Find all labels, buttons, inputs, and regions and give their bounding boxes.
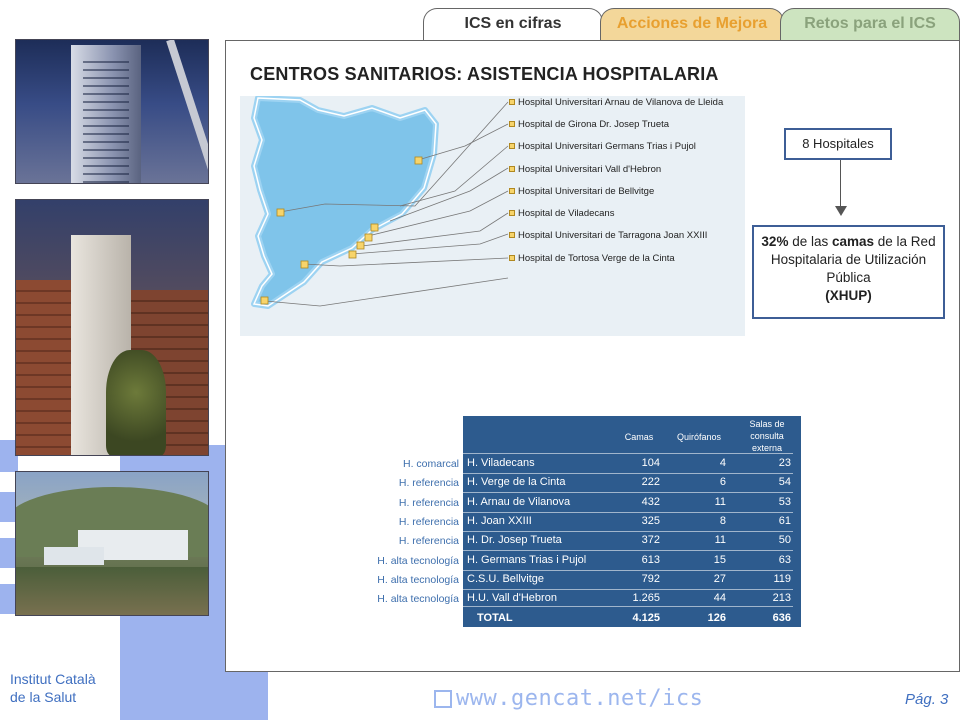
- map-marker: [509, 210, 515, 216]
- page-title: CENTROS SANITARIOS: ASISTENCIA HOSPITALA…: [250, 64, 719, 84]
- org-name: Institut Català de la Salut: [10, 670, 96, 706]
- row-hospital-name: H. Arnau de Vilanova: [467, 496, 571, 508]
- map-marker: [509, 166, 515, 172]
- bed-share-callout: 32% de las camas de la Red Hospitalaria …: [752, 225, 945, 319]
- total-salas: 636: [772, 612, 791, 624]
- table-header: Quirófanos: [676, 432, 722, 442]
- map-marker: [509, 255, 515, 261]
- map-marker: [509, 99, 515, 105]
- row-category: H. referencia: [398, 477, 459, 489]
- table-divider: [463, 550, 793, 551]
- row-salas: 53: [778, 496, 791, 508]
- row-category: H. alta tecnología: [377, 555, 459, 567]
- share-text: de las: [788, 234, 832, 249]
- row-salas: 50: [778, 534, 791, 546]
- row-salas: 23: [778, 457, 791, 469]
- tab-retos-para-el-ics[interactable]: Retos para el ICS: [780, 8, 960, 40]
- row-hospital-name: H. Verge de la Cinta: [467, 476, 566, 488]
- map-hospital-label: Hospital Universitari Arnau de Vilanova …: [518, 97, 724, 108]
- total-camas: 4.125: [632, 612, 660, 624]
- table-divider: [463, 492, 793, 493]
- row-camas: 222: [641, 476, 660, 488]
- row-category: H. alta tecnología: [377, 593, 459, 605]
- map-hospital-label: Hospital Universitari Germans Trias i Pu…: [518, 141, 696, 152]
- row-salas: 63: [778, 554, 791, 566]
- row-camas: 372: [641, 534, 660, 546]
- callout-arrow: [840, 160, 841, 208]
- row-category: H. referencia: [398, 497, 459, 509]
- row-category: H. referencia: [398, 535, 459, 547]
- hospital-tower-photo: [15, 39, 209, 184]
- row-hospital-name: H. Joan XXIII: [467, 515, 532, 527]
- row-hospital-name: H. Dr. Josep Trueta: [467, 534, 562, 546]
- table-divider: [463, 606, 793, 607]
- row-quirofanos: 44: [713, 592, 726, 604]
- row-category: H. alta tecnología: [377, 574, 459, 586]
- arrow-head-icon: [835, 206, 847, 216]
- map-marker: [509, 232, 515, 238]
- table-divider: [463, 570, 793, 571]
- share-abbr: (XHUP): [825, 288, 872, 303]
- decor-block: [225, 672, 268, 720]
- map-hospital-label: Hospital de Girona Dr. Josep Trueta: [518, 119, 670, 130]
- hospital-landscape-photo: [15, 471, 209, 616]
- hospital-count-callout: 8 Hospitales: [784, 128, 892, 160]
- website-link[interactable]: www.gencat.net/ics: [456, 686, 703, 711]
- row-salas: 61: [778, 515, 791, 527]
- map-hospital-label: Hospital Universitari de Bellvitge: [518, 186, 655, 197]
- row-hospital-name: H. Viladecans: [467, 457, 535, 469]
- row-quirofanos: 4: [719, 457, 726, 469]
- row-salas: 54: [778, 476, 791, 488]
- row-hospital-name: H.U. Vall d'Hebron: [467, 592, 557, 604]
- row-quirofanos: 11: [714, 534, 726, 546]
- map-hospital-label: Hospital de Viladecans: [518, 208, 615, 219]
- hospital-building-photo: [15, 199, 209, 456]
- row-camas: 1.265: [632, 592, 660, 604]
- share-bold: camas: [831, 234, 875, 249]
- row-camas: 792: [641, 573, 660, 585]
- table-divider: [463, 531, 793, 532]
- row-category: H. comarcal: [402, 458, 459, 470]
- row-hospital-name: H. Germans Trias i Pujol: [467, 554, 587, 566]
- share-percent: 32%: [761, 234, 789, 249]
- page-number: Pág. 3: [905, 691, 949, 708]
- table-divider: [463, 589, 793, 590]
- total-label: TOTAL: [477, 612, 513, 624]
- slide-page: ICS en cifras Acciones de Mejora Retos p…: [0, 0, 960, 720]
- map-graphic: [251, 96, 509, 309]
- map-marker: [509, 121, 515, 127]
- row-camas: 325: [641, 515, 660, 527]
- table-divider: [463, 512, 793, 513]
- map-hospital-label: Hospital de Tortosa Verge de la Cinta: [518, 253, 675, 264]
- row-category: H. referencia: [398, 516, 459, 528]
- row-salas: 213: [772, 592, 791, 604]
- org-line: Institut Català: [10, 671, 96, 687]
- row-quirofanos: 11: [714, 496, 726, 508]
- row-quirofanos: 27: [713, 573, 726, 585]
- table-header: Camas: [624, 432, 654, 442]
- table-divider: [463, 453, 793, 454]
- org-line: de la Salut: [10, 689, 77, 705]
- table-divider: [463, 473, 793, 474]
- tab-acciones-de-mejora[interactable]: Acciones de Mejora: [600, 8, 784, 40]
- row-hospital-name: C.S.U. Bellvitge: [467, 573, 545, 585]
- catalonia-map: [240, 96, 745, 336]
- row-camas: 432: [641, 496, 660, 508]
- row-salas: 119: [773, 573, 791, 585]
- row-quirofanos: 15: [713, 554, 726, 566]
- row-quirofanos: 6: [719, 476, 726, 488]
- map-marker: [509, 143, 515, 149]
- total-quirofanos: 126: [707, 612, 726, 624]
- tab-ics-en-cifras[interactable]: ICS en cifras: [423, 8, 603, 40]
- row-camas: 613: [641, 554, 660, 566]
- grid-icon: [434, 690, 452, 708]
- row-quirofanos: 8: [719, 515, 726, 527]
- map-hospital-label: Hospital Universitari de Tarragona Joan …: [518, 230, 708, 241]
- map-marker: [509, 188, 515, 194]
- table-header: Salas de consulta externa: [749, 419, 785, 453]
- row-camas: 104: [641, 457, 660, 469]
- map-hospital-label: Hospital Universitari Vall d'Hebron: [518, 164, 662, 175]
